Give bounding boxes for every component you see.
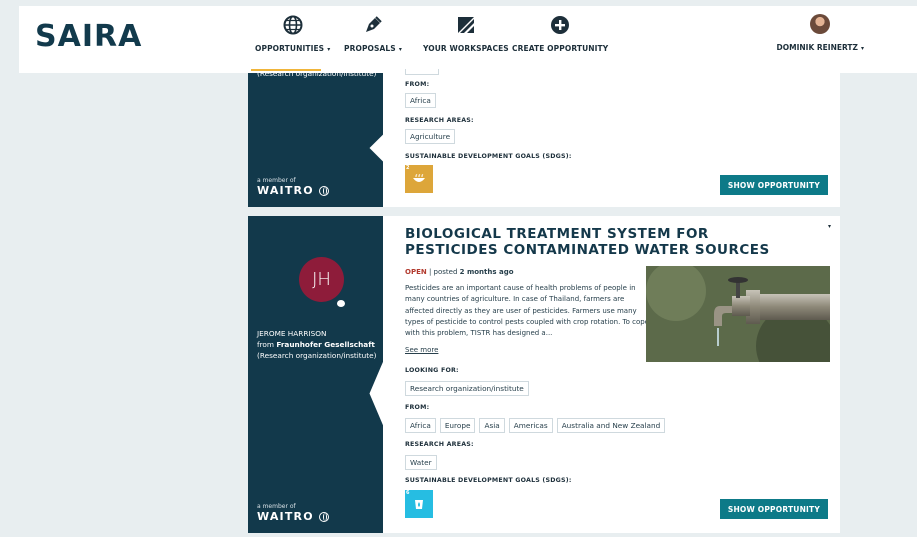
nav-opportunities[interactable]: OPPORTUNITIES ▾	[255, 14, 330, 53]
workspace-icon	[455, 14, 477, 36]
chip-research-area: Agriculture	[405, 129, 456, 144]
research-areas-label: RESEARCH AREAS:	[405, 117, 474, 124]
chip-region: Asia	[479, 418, 505, 433]
from-label: FROM:	[405, 404, 430, 411]
user-menu[interactable]: DOMINIK REINERTZ ▾	[777, 14, 864, 52]
chip-region: Europe	[439, 418, 476, 433]
opportunity-card: JH JEROME HARRISON from Fraunhofer Gesel…	[248, 216, 840, 533]
member-of-label: a member of	[257, 177, 296, 184]
chip-research-area: Water	[405, 455, 437, 470]
member-badge: a member of WAITRO	[257, 503, 329, 523]
chat-bubble-icon[interactable]	[337, 300, 345, 307]
user-name: DOMINIK REINERTZ	[776, 43, 858, 52]
chip-cut	[405, 69, 439, 75]
author-avatar[interactable]: JH	[299, 257, 344, 302]
saira-logo[interactable]: SAIRA	[35, 19, 142, 54]
card-menu-icon[interactable]: ▾	[828, 223, 831, 230]
pen-icon	[362, 14, 384, 36]
chip-looking-for: Research organization/institute	[405, 381, 529, 396]
show-opportunity-button[interactable]: SHOW OPPORTUNITY	[719, 175, 828, 195]
show-opportunity-button[interactable]: SHOW OPPORTUNITY	[719, 499, 828, 519]
chip-region: Australia and New Zealand	[556, 418, 666, 433]
sdg-number: 2	[406, 165, 410, 171]
sdg-label: SUSTAINABLE DEVELOPMENT GOALS (SDGS):	[405, 477, 572, 484]
research-chips: Water	[405, 455, 437, 470]
chip-region: Africa	[405, 418, 436, 433]
from-label: FROM:	[405, 81, 430, 88]
sdg-label: SUSTAINABLE DEVELOPMENT GOALS (SDGS):	[405, 153, 572, 160]
status-badge: OPEN	[405, 268, 427, 276]
author-org-type: (Research organization/institute)	[257, 351, 377, 360]
nav-workspaces-label: YOUR WORKSPACES	[423, 44, 509, 53]
opportunity-card: (Research organization/institute) a memb…	[248, 69, 840, 207]
globe-icon	[318, 185, 329, 196]
nav-workspaces[interactable]: YOUR WORKSPACES	[423, 14, 509, 53]
opportunity-title[interactable]: BIOLOGICAL TREATMENT SYSTEM FOR PESTICID…	[405, 226, 785, 258]
research-areas-label: RESEARCH AREAS:	[405, 441, 474, 448]
chip-region: Africa	[405, 93, 436, 108]
chevron-down-icon: ▾	[398, 46, 402, 53]
nav-create-opportunity[interactable]: CREATE OPPORTUNITY	[512, 14, 608, 53]
member-of-label: a member of	[257, 503, 296, 510]
chevron-down-icon: ▾	[327, 46, 331, 53]
plus-circle-icon	[549, 14, 571, 36]
waitro-label: WAITRO	[257, 184, 314, 197]
nav-proposals[interactable]: PROPOSALS ▾	[344, 14, 402, 53]
author-org-name[interactable]: Fraunhofer Gesellschaft	[276, 340, 375, 349]
user-avatar	[810, 14, 831, 34]
opportunity-image	[646, 266, 830, 362]
sdg-zero-hunger-icon[interactable]: 2	[405, 165, 433, 193]
opportunity-description: Pesticides are an important cause of hea…	[405, 284, 649, 338]
see-more-link[interactable]: See more	[405, 346, 438, 354]
globe-icon	[282, 14, 304, 36]
from-word: from	[257, 340, 274, 349]
looking-for-chips: Research organization/institute	[405, 381, 529, 396]
chevron-down-icon: ▾	[860, 45, 864, 52]
top-navigation-bar: SAIRA OPPORTUNITIES ▾ PROPOSALS ▾ YOUR WOR…	[19, 6, 917, 73]
from-chips: Africa Europe Asia Americas Australia an…	[405, 418, 666, 433]
active-nav-indicator	[251, 69, 321, 71]
sdg-number: 6	[406, 490, 410, 496]
card-author-panel: (Research organization/institute) a memb…	[248, 73, 383, 207]
waitro-label: WAITRO	[257, 510, 314, 523]
nav-create-opportunity-label: CREATE OPPORTUNITY	[512, 44, 609, 53]
nav-opportunities-label: OPPORTUNITIES	[255, 44, 325, 53]
from-chips: Africa	[405, 93, 436, 108]
posted-prefix: | posted	[426, 268, 460, 276]
author-name[interactable]: JEROME HARRISON	[257, 328, 377, 339]
sdg-clean-water-icon[interactable]: 6	[405, 490, 433, 518]
globe-icon	[318, 511, 329, 522]
author-info: JEROME HARRISON from Fraunhofer Gesellsc…	[257, 328, 377, 361]
posted-ago: 2 months ago	[459, 268, 514, 276]
member-badge: a member of WAITRO	[257, 177, 329, 197]
research-chips: Agriculture	[405, 129, 456, 144]
card-author-panel: JH JEROME HARRISON from Fraunhofer Gesel…	[248, 216, 383, 533]
opportunity-status: OPEN | posted 2 months ago	[405, 268, 514, 276]
nav-proposals-label: PROPOSALS	[344, 44, 396, 53]
looking-for-label: LOOKING FOR:	[405, 367, 459, 374]
chip-region: Americas	[508, 418, 553, 433]
